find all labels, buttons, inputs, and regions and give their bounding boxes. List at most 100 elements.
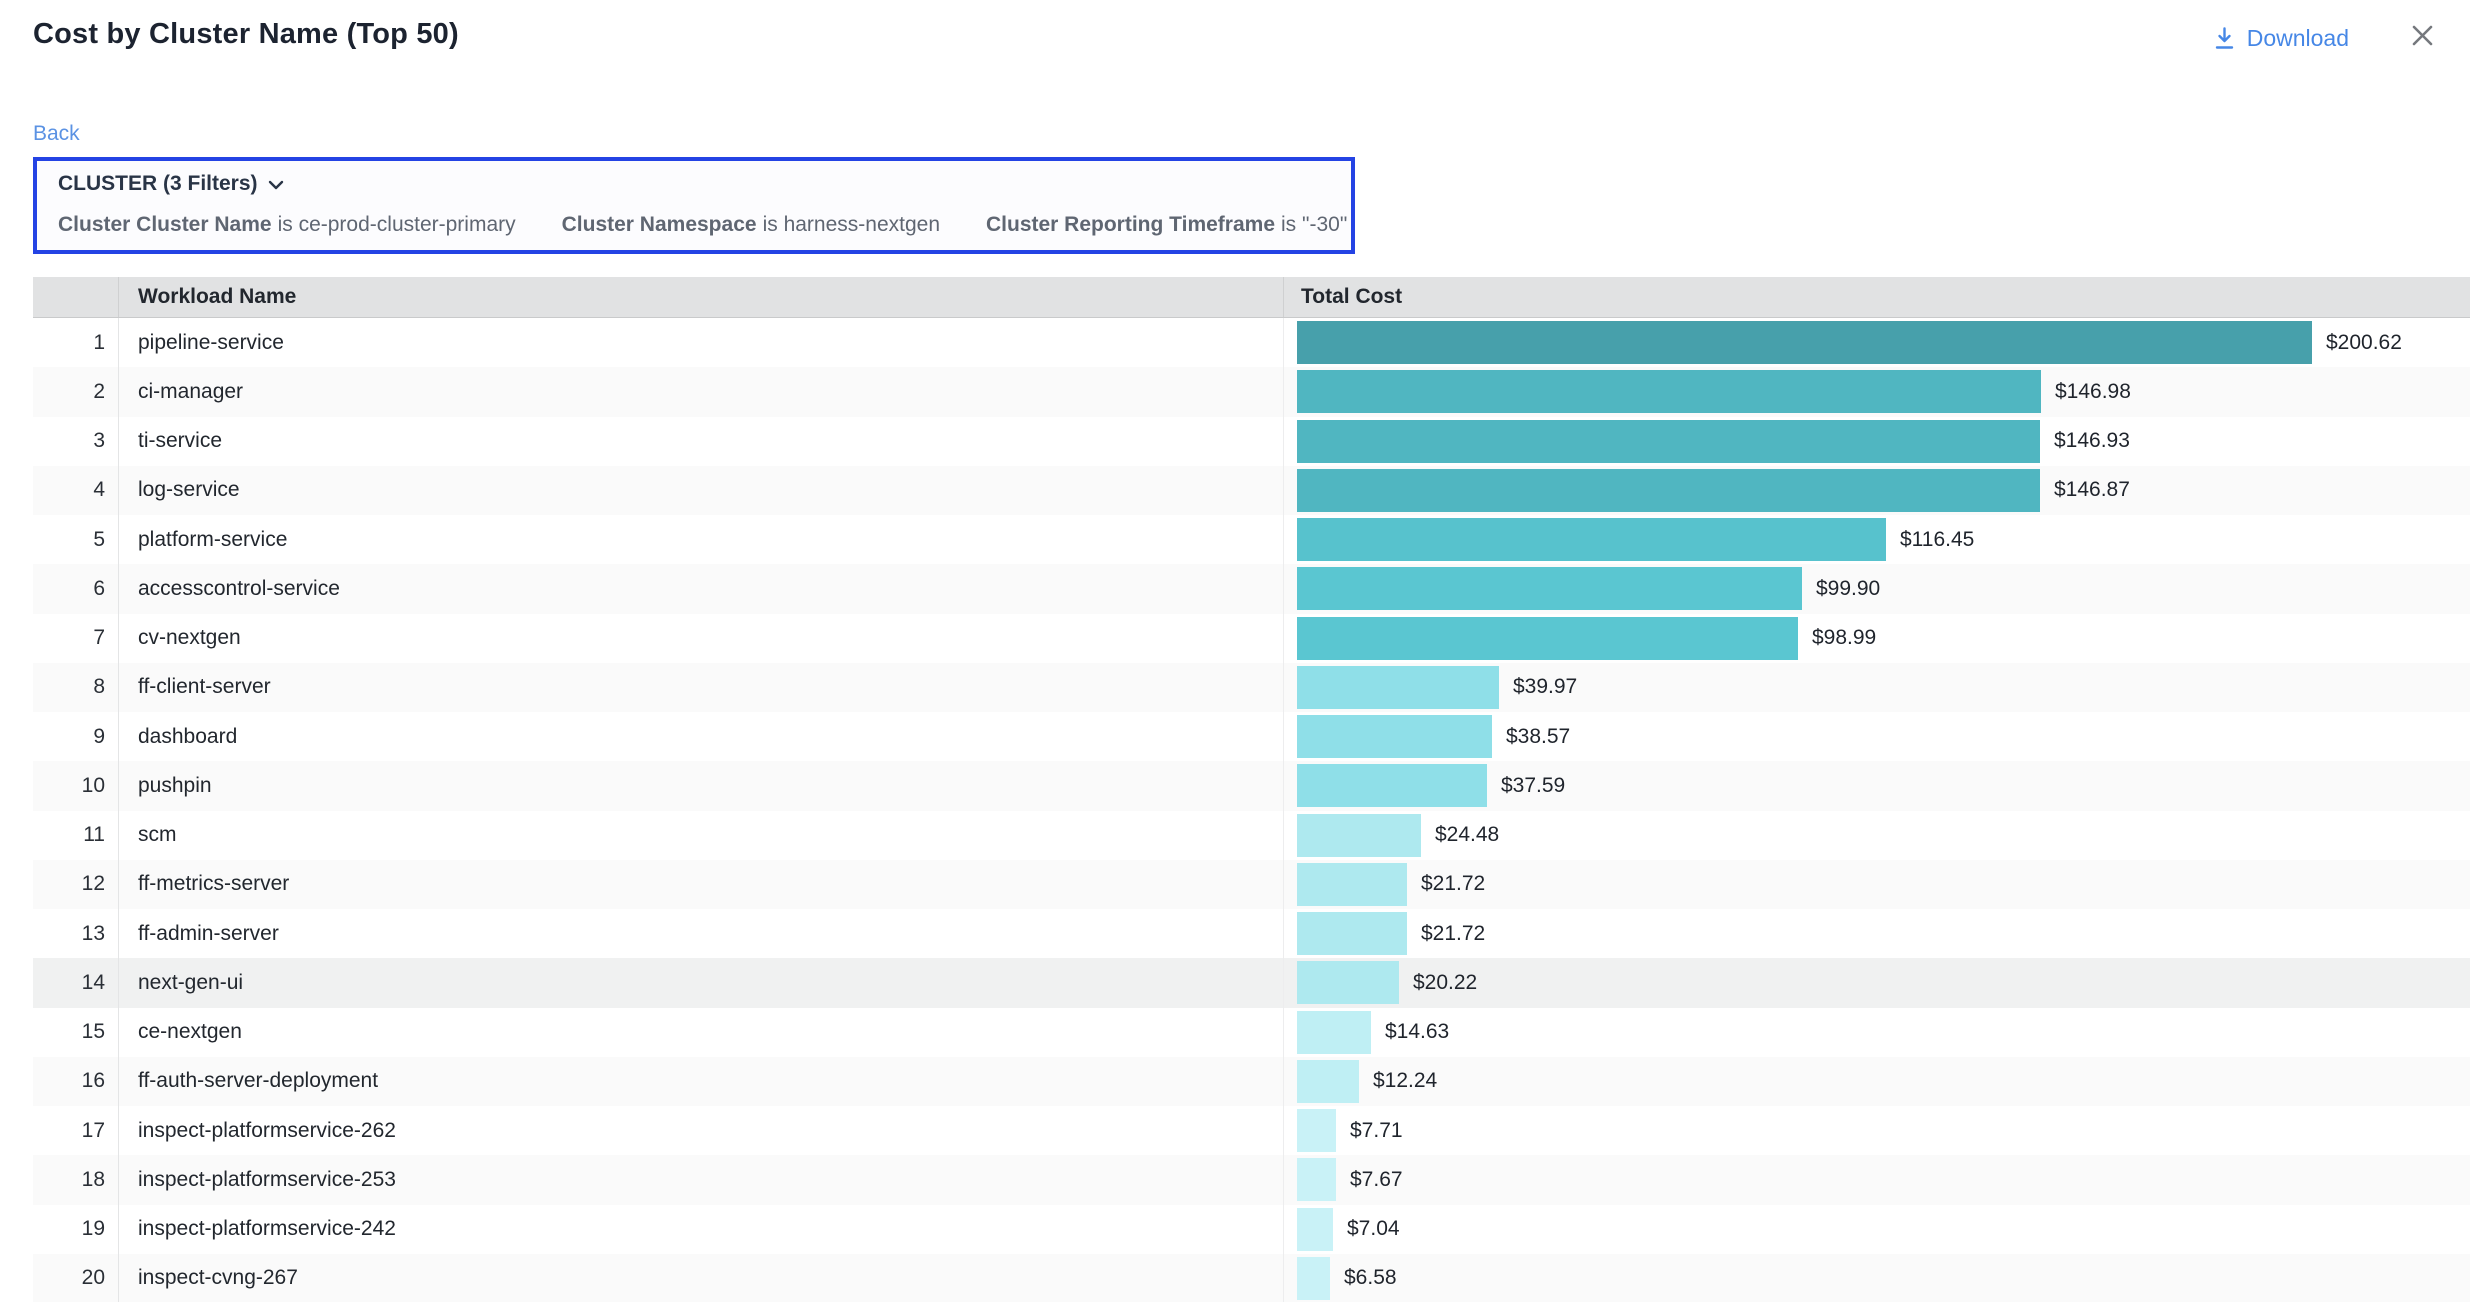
row-rank: 1 — [33, 318, 118, 367]
cost-value: $39.97 — [1513, 675, 1577, 699]
workload-name: dashboard — [118, 712, 1283, 761]
cost-bar — [1297, 1109, 1336, 1152]
table-row[interactable]: 20inspect-cvng-267 $6.58 — [33, 1254, 2470, 1302]
cost-bar — [1297, 567, 1802, 610]
cost-cell: $20.22 — [1283, 958, 2470, 1007]
total-cost-column-header: Total Cost — [1283, 277, 2470, 317]
table-header: Workload Name Total Cost — [33, 277, 2470, 318]
workload-name: inspect-cvng-267 — [118, 1254, 1283, 1302]
table-row[interactable]: 16ff-auth-server-deployment $12.24 — [33, 1057, 2470, 1106]
row-rank: 10 — [33, 761, 118, 810]
cost-cell: $116.45 — [1283, 515, 2470, 564]
workload-name: inspect-platformservice-242 — [118, 1205, 1283, 1254]
cost-bar — [1297, 1158, 1336, 1201]
table-row[interactable]: 5platform-service$116.45 — [33, 515, 2470, 564]
row-rank: 16 — [33, 1057, 118, 1106]
cost-value: $6.58 — [1344, 1266, 1397, 1290]
workload-name: pushpin — [118, 761, 1283, 810]
workload-name: log-service — [118, 466, 1283, 515]
cost-cell: $37.59 — [1283, 761, 2470, 810]
table-row[interactable]: 19inspect-platformservice-242$7.04 — [33, 1205, 2470, 1254]
filter-chip[interactable]: Cluster Namespaceis harness-nextgen — [562, 213, 940, 237]
workload-name: next-gen-ui — [118, 958, 1283, 1007]
table-row[interactable]: 17inspect-platformservice-262$7.71 — [33, 1106, 2470, 1155]
cost-bar — [1297, 666, 1499, 709]
download-icon — [2213, 26, 2236, 50]
table-row[interactable]: 15ce-nextgen$14.63 — [33, 1008, 2470, 1057]
table-row[interactable]: 7cv-nextgen$98.99 — [33, 614, 2470, 663]
table-row[interactable]: 13ff-admin-server$21.72 — [33, 909, 2470, 958]
table-row[interactable]: 12ff-metrics-server $21.72 — [33, 860, 2470, 909]
cost-cell: $6.58 — [1283, 1254, 2470, 1302]
cost-cell: $7.71 — [1283, 1106, 2470, 1155]
row-rank: 17 — [33, 1106, 118, 1155]
cost-cell: $21.72 — [1283, 909, 2470, 958]
cost-value: $146.93 — [2054, 429, 2130, 453]
cost-value: $21.72 — [1421, 872, 1485, 896]
workload-name: ff-client-server — [118, 663, 1283, 712]
cost-bar — [1297, 469, 2040, 512]
row-rank: 2 — [33, 367, 118, 416]
cost-cell: $38.57 — [1283, 712, 2470, 761]
row-rank: 11 — [33, 811, 118, 860]
table-row[interactable]: 11scm$24.48 — [33, 811, 2470, 860]
row-rank: 20 — [33, 1254, 118, 1302]
table-row[interactable]: 1pipeline-service$200.62 — [33, 318, 2470, 367]
cost-bar — [1297, 321, 2312, 364]
workload-name: ci-manager — [118, 367, 1283, 416]
row-rank: 13 — [33, 909, 118, 958]
cost-cell: $21.72 — [1283, 860, 2470, 909]
workload-name: ff-metrics-server — [118, 860, 1283, 909]
table-row[interactable]: 9dashboard$38.57 — [33, 712, 2470, 761]
cost-bar — [1297, 370, 2041, 413]
row-rank: 6 — [33, 564, 118, 613]
workload-name: inspect-platformservice-253 — [118, 1155, 1283, 1204]
workload-name: scm — [118, 811, 1283, 860]
cost-table: Workload Name Total Cost 1pipeline-servi… — [33, 277, 2470, 1302]
row-rank: 9 — [33, 712, 118, 761]
table-row[interactable]: 14next-gen-ui$20.22 — [33, 958, 2470, 1007]
row-rank: 8 — [33, 663, 118, 712]
table-row[interactable]: 2ci-manager$146.98 — [33, 367, 2470, 416]
table-row[interactable]: 8ff-client-server $39.97 — [33, 663, 2470, 712]
cost-value: $7.04 — [1347, 1217, 1400, 1241]
download-label: Download — [2247, 25, 2349, 52]
download-button[interactable]: Download — [2213, 25, 2349, 52]
top-actions: Download — [2213, 22, 2436, 54]
table-row[interactable]: 6accesscontrol-service$99.90 — [33, 564, 2470, 613]
cost-bar — [1297, 1208, 1333, 1251]
table-row[interactable]: 4log-service$146.87 — [33, 466, 2470, 515]
filter-chip[interactable]: Cluster Reporting Timeframeis "-30" — [986, 213, 1347, 237]
cost-value: $7.67 — [1350, 1168, 1403, 1192]
workload-name: ff-auth-server-deployment — [118, 1057, 1283, 1106]
workload-name: platform-service — [118, 515, 1283, 564]
workload-name: cv-nextgen — [118, 614, 1283, 663]
filter-group-dropdown[interactable]: CLUSTER (3 Filters) — [58, 172, 285, 196]
cost-cell: $7.04 — [1283, 1205, 2470, 1254]
cost-cell: $14.63 — [1283, 1008, 2470, 1057]
row-rank: 3 — [33, 417, 118, 466]
close-button[interactable] — [2409, 22, 2436, 54]
cost-value: $12.24 — [1373, 1069, 1437, 1093]
filter-chip[interactable]: Cluster Cluster Nameis ce-prod-cluster-p… — [58, 213, 516, 237]
cost-bar — [1297, 1257, 1330, 1300]
cost-bar — [1297, 764, 1487, 807]
back-link[interactable]: Back — [33, 122, 80, 146]
cost-bar — [1297, 518, 1886, 561]
filter-chip-list: Cluster Cluster Nameis ce-prod-cluster-p… — [58, 213, 1351, 237]
cost-cell: $98.99 — [1283, 614, 2470, 663]
row-rank: 5 — [33, 515, 118, 564]
row-rank: 12 — [33, 860, 118, 909]
workload-name: ff-admin-server — [118, 909, 1283, 958]
cost-value: $200.62 — [2326, 331, 2402, 355]
table-row[interactable]: 3ti-service$146.93 — [33, 417, 2470, 466]
close-icon — [2409, 22, 2436, 54]
row-rank: 18 — [33, 1155, 118, 1204]
cost-bar — [1297, 715, 1492, 758]
cost-value: $7.71 — [1350, 1119, 1403, 1143]
filter-field: Cluster Reporting Timeframe — [986, 213, 1275, 236]
table-row[interactable]: 10pushpin$37.59 — [33, 761, 2470, 810]
rank-column-header — [33, 277, 118, 317]
cost-bar — [1297, 420, 2040, 463]
table-row[interactable]: 18inspect-platformservice-253 $7.67 — [33, 1155, 2470, 1204]
